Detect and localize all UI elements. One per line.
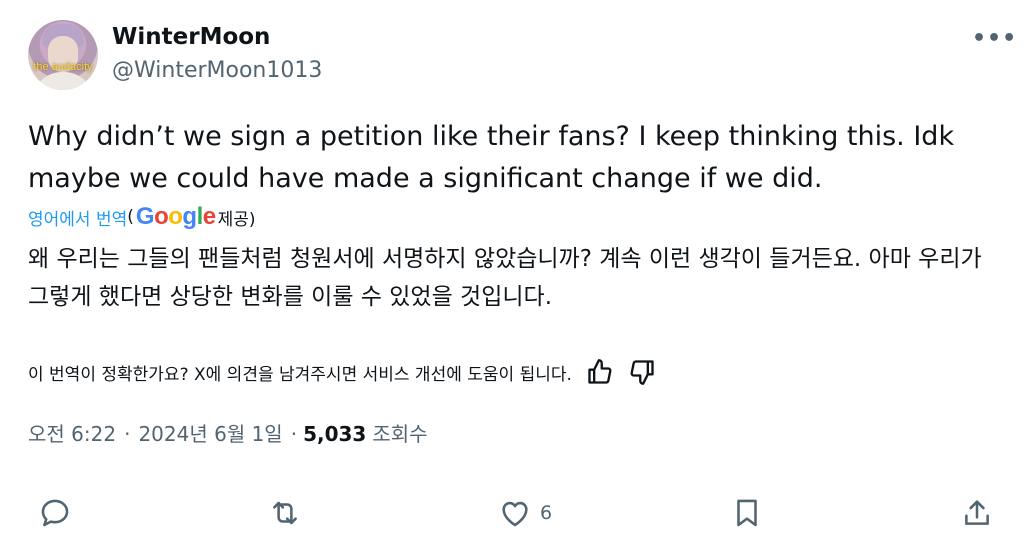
like-count: 6 [540, 502, 553, 524]
thumbs-down-icon[interactable] [628, 358, 656, 386]
tweet-meta: 오전 6:22 · 2024년 6월 1일 · 5,033 조회수 [28, 418, 428, 447]
avatar-shirt [32, 72, 94, 90]
bookmark-icon [737, 499, 757, 527]
reply-icon [41, 499, 69, 527]
bookmark-button[interactable] [730, 496, 764, 530]
share-button[interactable] [960, 496, 994, 530]
views-count: 5,033 [303, 422, 367, 446]
translation-attribution: 영어에서 번역 ( Google 제공) [28, 203, 256, 231]
avatar-caption: the audacity [33, 61, 93, 73]
heart-icon [502, 501, 528, 527]
provided-by-label: 제공) [217, 209, 256, 230]
more-horizontal-icon[interactable]: ••• [972, 26, 1017, 51]
translated-from-link[interactable]: 영어에서 번역 [28, 205, 127, 230]
action-bar: 6 [0, 496, 1024, 540]
share-icon [965, 500, 989, 525]
views-label: 조회수 [372, 422, 428, 446]
reply-button[interactable] [38, 496, 72, 530]
translated-text: 왜 우리는 그들의 팬들처럼 청원서에 서명하지 않았습니까? 계속 이런 생각… [28, 246, 982, 310]
open-paren: ( [127, 207, 134, 227]
feedback-question: 이 번역이 정확한가요? X에 의견을 남겨주시면 서비스 개선에 도움이 됩니… [28, 364, 572, 385]
tweet-text: Why didn’t we sign a petition like their… [28, 121, 955, 194]
meta-separator: · [124, 422, 131, 446]
retweet-icon [273, 501, 297, 525]
like-button[interactable]: 6 [498, 496, 552, 530]
avatar[interactable]: the audacity [28, 20, 98, 90]
display-name[interactable]: WinterMoon [112, 24, 270, 50]
meta-separator: · [290, 422, 298, 446]
thumbs-up-icon[interactable] [586, 358, 614, 386]
tweet-date[interactable]: 2024년 6월 1일 [138, 418, 282, 447]
user-handle[interactable]: @WinterMoon1013 [112, 58, 322, 83]
retweet-button[interactable] [268, 496, 302, 530]
google-logo: Google [135, 203, 216, 230]
translation-feedback: 이 번역이 정확한가요? X에 의견을 남겨주시면 서비스 개선에 도움이 됩니… [28, 358, 656, 386]
tweet-time[interactable]: 오전 6:22 [28, 418, 116, 447]
